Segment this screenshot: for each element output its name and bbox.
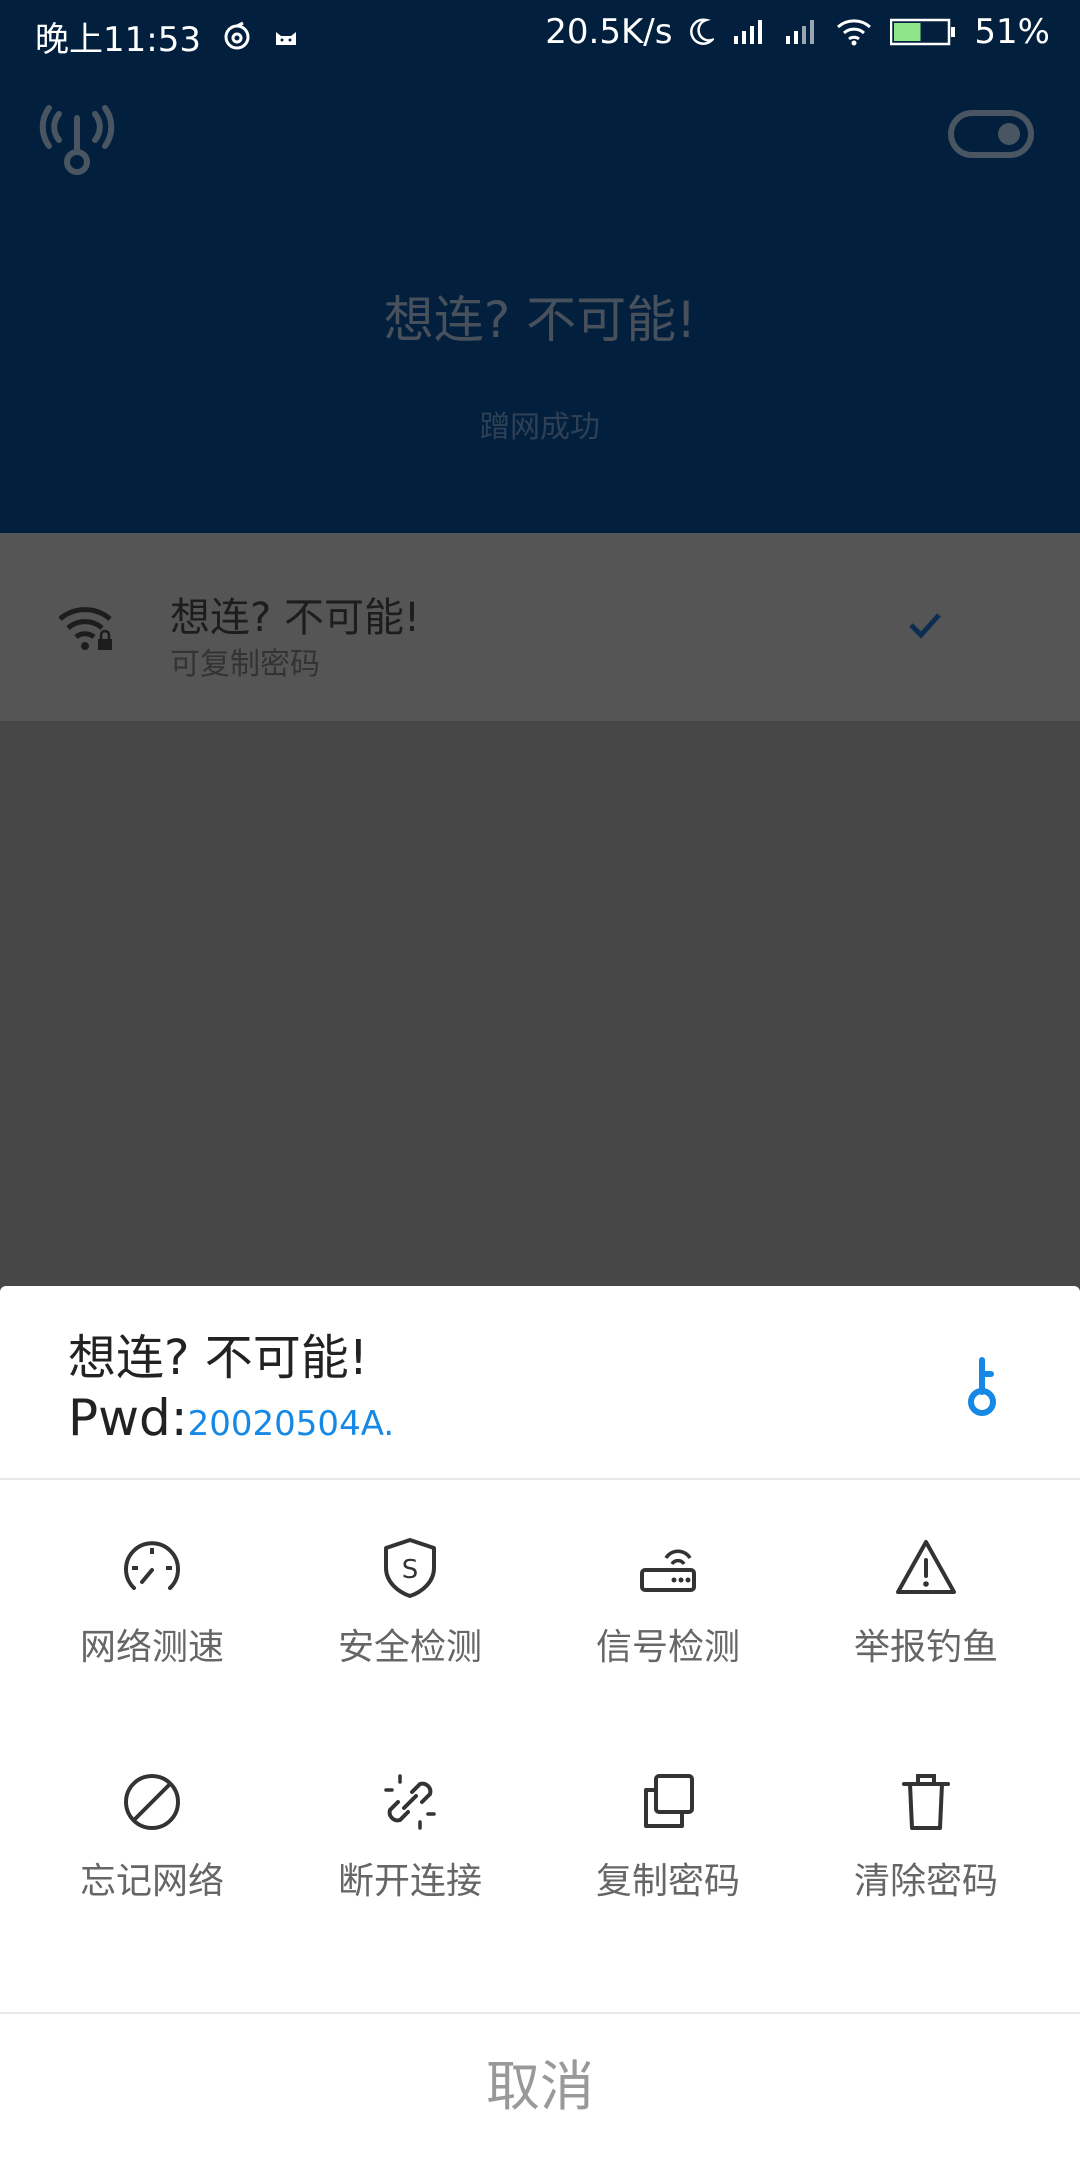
- action-speed-test[interactable]: 网络测速: [42, 1536, 262, 1696]
- action-forget-network[interactable]: 忘记网络: [42, 1770, 262, 1930]
- copy-icon: [644, 1774, 694, 1828]
- action-clear-password[interactable]: 清除密码: [816, 1770, 1036, 1930]
- password-row: Pwd: 20020504A.: [68, 1389, 394, 1447]
- speedometer-icon: [124, 1541, 180, 1590]
- check-icon: [905, 605, 945, 645]
- action-report-phishing[interactable]: 举报钓鱼: [816, 1536, 1036, 1696]
- action-label: 复制密码: [595, 1861, 740, 1902]
- action-disconnect[interactable]: 断开连接: [300, 1770, 520, 1930]
- connected-ssid: 想连? 不可能!: [383, 291, 697, 349]
- wifi-key-logo-icon[interactable]: [35, 100, 119, 178]
- wifi-status-icon: [836, 18, 872, 46]
- trash-icon: [902, 1774, 950, 1830]
- wifi-toggle[interactable]: [948, 110, 1034, 158]
- app-header: 晚上11:53 20.5K/s 51% 想连? 不可能! 蹭网成功: [0, 0, 1080, 533]
- swirl-notification-icon: [221, 21, 253, 53]
- broken-link-icon: [384, 1774, 436, 1830]
- network-list-item[interactable]: 想连? 不可能! 可复制密码: [0, 533, 1080, 721]
- cat-notification-icon: [273, 27, 299, 47]
- action-label: 网络测速: [79, 1627, 224, 1668]
- password-value[interactable]: 20020504A.: [188, 1404, 395, 1444]
- action-label: 信号检测: [595, 1627, 740, 1668]
- password-label: Pwd:: [68, 1389, 188, 1447]
- network-actions-sheet: 想连? 不可能! Pwd: 20020504A. 网络测速 S 安全检测 信号检…: [0, 1286, 1080, 2160]
- battery-percent: 51%: [974, 12, 1050, 52]
- action-copy-password[interactable]: 复制密码: [558, 1770, 778, 1930]
- moon-icon: [690, 18, 715, 46]
- toggle-knob: [998, 123, 1020, 145]
- forbidden-icon: [124, 1774, 180, 1830]
- key-icon[interactable]: [960, 1356, 1004, 1418]
- net-speed: 20.5K/s: [545, 12, 673, 52]
- action-label: 举报钓鱼: [853, 1627, 998, 1668]
- sheet-divider-top: [0, 1478, 1080, 1480]
- action-label: 断开连接: [337, 1861, 482, 1902]
- action-signal-check[interactable]: 信号检测: [558, 1536, 778, 1696]
- network-subtitle: 可复制密码: [170, 647, 320, 682]
- action-security-check[interactable]: S 安全检测: [300, 1536, 520, 1696]
- shield-s-icon: S: [384, 1538, 436, 1598]
- svg-text:S: S: [402, 1555, 419, 1585]
- signal-icon-1: [732, 18, 766, 46]
- sheet-title: 想连? 不可能!: [68, 1330, 368, 1386]
- network-name: 想连? 不可能!: [170, 595, 420, 641]
- wifi-lock-icon: [56, 603, 116, 653]
- router-icon: [640, 1549, 696, 1592]
- status-time: 晚上11:53: [35, 20, 201, 60]
- action-label: 安全检测: [337, 1627, 482, 1668]
- battery-icon: [890, 18, 956, 46]
- connection-status: 蹭网成功: [480, 410, 600, 445]
- warning-icon: [896, 1540, 956, 1594]
- cancel-button[interactable]: 取消: [0, 2014, 1080, 2160]
- action-label: 清除密码: [853, 1861, 998, 1902]
- signal-icon-2: [784, 18, 818, 46]
- status-bar: 晚上11:53 20.5K/s 51%: [0, 0, 1080, 70]
- action-label: 忘记网络: [79, 1861, 224, 1902]
